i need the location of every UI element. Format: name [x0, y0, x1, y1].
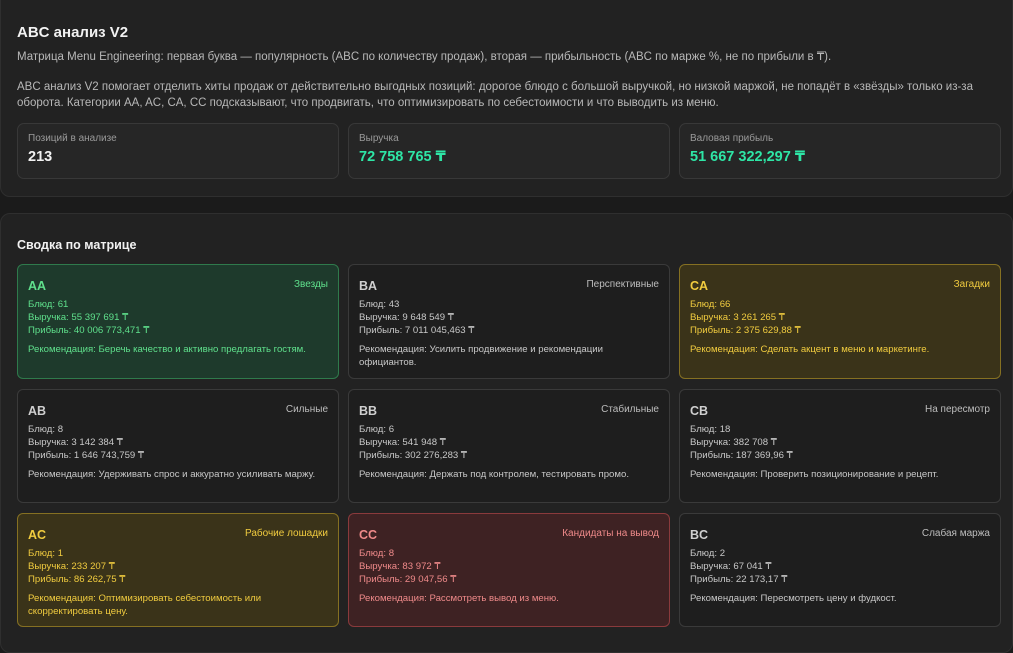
matrix-card-dishes: Блюд: 2	[690, 548, 726, 559]
matrix-card-recommendation: Рекомендация: Рассмотреть вывод из меню.	[359, 593, 559, 604]
matrix-card-stats: Блюд: 6 Выручка: 541 948 ₸ Прибыль: 302 27…	[359, 423, 467, 462]
matrix-card-dishes: Блюд: 1	[28, 548, 64, 559]
matrix-card-recommendation: Рекомендация: Усилить продвижение и реко…	[359, 344, 603, 368]
matrix-card-bc: BC Слабая маржа Блюд: 2 Выручка: 67 041 ₸ Пр…	[679, 513, 1001, 627]
matrix-card-revenue: Выручка: 3 261 265 ₸	[690, 312, 785, 323]
matrix-card-code: CA	[690, 279, 709, 293]
matrix-card-dishes: Блюд: 6	[359, 424, 395, 435]
matrix-card-category: На пересмотр	[924, 404, 990, 415]
matrix-card-ca: CA Загадки Блюд: 66 Выручка: 3 261 265 ₸ При…	[679, 264, 1001, 379]
matrix-card-code: AC	[28, 528, 47, 542]
matrix-card-revenue: Выручка: 67 041 ₸	[690, 561, 772, 572]
matrix-card-recommendation: Рекомендация: Держать под контролем, тес…	[359, 469, 629, 480]
matrix-summary-panel: Сводка по матрице AA Звезды Блюд: 61 Выручк…	[0, 213, 1013, 653]
matrix-card-code: CC	[359, 528, 378, 542]
kpi-positions-value: 213	[28, 149, 53, 165]
matrix-card-stats: Блюд: 8 Выручка: 83 972 ₸ Прибыль: 29 047,…	[359, 547, 456, 586]
matrix-card-revenue: Выручка: 541 948 ₸	[359, 437, 446, 448]
kpi-revenue-card: Выручка 72 758 765 ₸	[348, 123, 670, 179]
matrix-card-profit: Прибыль: 2 375 629,88 ₸	[690, 325, 801, 336]
kpi-revenue-label: Выручка	[359, 133, 399, 144]
kpi-revenue-value: 72 758 765 ₸	[359, 149, 446, 165]
matrix-card-code: BB	[359, 404, 378, 418]
matrix-card-recommendation: Рекомендация: Сделать акцент в меню и ма…	[690, 344, 930, 355]
page-title: ABC анализ V2	[17, 24, 129, 41]
matrix-card-revenue: Выручка: 83 972 ₸	[359, 561, 441, 572]
matrix-card-cc: CC Кандидаты на вывод Блюд: 8 Выручка: 83 9…	[348, 513, 670, 627]
matrix-card-profit: Прибыль: 40 006 773,471 ₸	[28, 325, 150, 336]
matrix-card-ac: AC Рабочие лошадки Блюд: 1 Выручка: 233 207…	[17, 513, 339, 627]
matrix-card-revenue: Выручка: 3 142 384 ₸	[28, 437, 123, 448]
matrix-card-recommendation: Рекомендация: Беречь качество и активно …	[28, 344, 306, 355]
matrix-card-category: Звезды	[294, 279, 328, 290]
matrix-card-bb: BB Стабильные Блюд: 6 Выручка: 541 948 ₸ При…	[348, 389, 670, 503]
matrix-card-profit: Прибыль: 29 047,56 ₸	[359, 574, 457, 585]
matrix-card-profit: Прибыль: 7 011 045,463 ₸	[359, 325, 475, 336]
matrix-card-profit: Прибыль: 187 369,96 ₸	[690, 450, 793, 461]
matrix-card-stats: Блюд: 61 Выручка: 55 397 691 ₸ Прибыль: 40…	[28, 298, 149, 337]
matrix-card-stats: Блюд: 2 Выручка: 67 041 ₸ Прибыль: 22 173,…	[690, 547, 787, 586]
matrix-card-dishes: Блюд: 43	[359, 299, 400, 310]
matrix-card-stats: Блюд: 8 Выручка: 3 142 384 ₸ Прибыль: 1 64…	[28, 423, 144, 462]
matrix-card-category: Стабильные	[601, 404, 659, 415]
matrix-card-category: Загадки	[953, 279, 990, 290]
matrix-card-ba: BA Перспективные Блюд: 43 Выручка: 9 648 54…	[348, 264, 670, 379]
matrix-card-recommendation: Рекомендация: Оптимизировать себестоимос…	[28, 593, 262, 617]
kpi-gross-profit-card: Валовая прибыль 51 667 322,297 ₸	[679, 123, 1001, 179]
abc-summary-panel: ABC анализ V2 Матрица Menu Engineering: …	[0, 0, 1013, 197]
matrix-card-code: AB	[28, 404, 47, 418]
matrix-card-profit: Прибыль: 86 262,75 ₸	[28, 574, 126, 585]
matrix-card-dishes: Блюд: 61	[28, 299, 69, 310]
matrix-card-stats: Блюд: 1 Выручка: 233 207 ₸ Прибыль: 86 262…	[28, 547, 125, 586]
kpi-positions-card: Позиций в анализе 213	[17, 123, 339, 179]
matrix-section-title: Сводка по матрице	[17, 238, 137, 252]
matrix-card-stats: Блюд: 66 Выручка: 3 261 265 ₸ Прибыль: 2 3…	[690, 298, 801, 337]
matrix-card-dishes: Блюд: 66	[690, 299, 731, 310]
matrix-card-code: AA	[28, 279, 47, 293]
matrix-card-recommendation: Рекомендация: Удерживать спрос и аккурат…	[28, 469, 316, 480]
matrix-card-category: Сильные	[285, 404, 328, 415]
matrix-card-revenue: Выручка: 233 207 ₸	[28, 561, 115, 572]
matrix-card-revenue: Выручка: 55 397 691 ₸	[28, 312, 129, 323]
kpi-positions-label: Позиций в анализе	[28, 133, 117, 144]
matrix-card-dishes: Блюд: 8	[359, 548, 395, 559]
matrix-card-profit: Прибыль: 302 276,283 ₸	[359, 450, 468, 461]
page-subtitle: Матрица Menu Engineering: первая буква —…	[17, 51, 832, 63]
matrix-card-cb: CB На пересмотр Блюд: 18 Выручка: 382 708 ₸…	[679, 389, 1001, 503]
matrix-card-revenue: Выручка: 9 648 549 ₸	[359, 312, 454, 323]
matrix-card-category: Слабая маржа	[921, 528, 990, 539]
matrix-card-revenue: Выручка: 382 708 ₸	[690, 437, 777, 448]
matrix-card-stats: Блюд: 43 Выручка: 9 648 549 ₸ Прибыль: 7 0…	[359, 298, 474, 337]
matrix-card-recommendation: Рекомендация: Проверить позиционирование…	[690, 469, 939, 480]
kpi-gross-profit-label: Валовая прибыль	[690, 133, 774, 144]
matrix-card-dishes: Блюд: 8	[28, 424, 64, 435]
matrix-card-code: CB	[690, 404, 709, 418]
kpi-gross-profit-value: 51 667 322,297 ₸	[690, 149, 805, 165]
page-description: ABC анализ V2 помогает отделить хиты про…	[17, 81, 973, 109]
matrix-card-aa: AA Звезды Блюд: 61 Выручка: 55 397 691 ₸ При…	[17, 264, 339, 379]
matrix-card-category: Кандидаты на вывод	[562, 528, 659, 539]
matrix-card-category: Рабочие лошадки	[245, 528, 328, 539]
matrix-card-ab: AB Сильные Блюд: 8 Выручка: 3 142 384 ₸ Приб…	[17, 389, 339, 503]
matrix-card-stats: Блюд: 18 Выручка: 382 708 ₸ Прибыль: 187 3…	[690, 423, 793, 462]
matrix-card-profit: Прибыль: 22 173,17 ₸	[690, 574, 788, 585]
matrix-card-code: BC	[690, 528, 709, 542]
matrix-card-category: Перспективные	[586, 279, 659, 290]
matrix-card-recommendation: Рекомендация: Пересмотреть цену и фудкос…	[690, 593, 897, 604]
matrix-card-code: BA	[359, 279, 378, 293]
matrix-card-profit: Прибыль: 1 646 743,759 ₸	[28, 450, 145, 461]
matrix-card-dishes: Блюд: 18	[690, 424, 731, 435]
